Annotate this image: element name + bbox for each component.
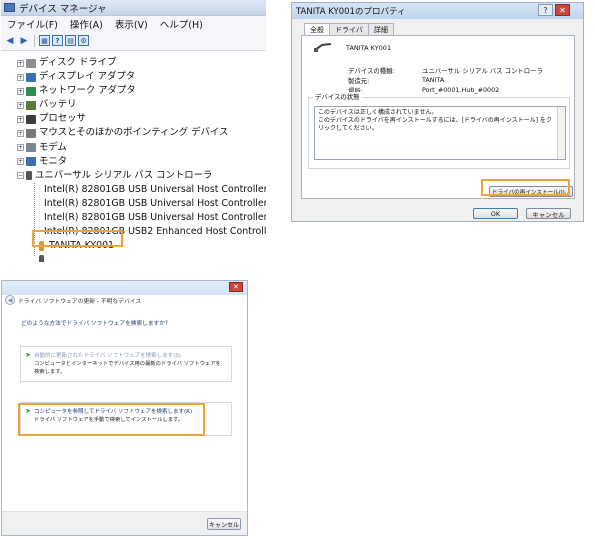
manufacturer-value: TANITA: [422, 76, 445, 84]
monitor-icon: [26, 157, 36, 167]
tanita-highlight-box: [32, 230, 123, 247]
display-adapter-icon: [26, 72, 36, 82]
help-icon[interactable]: ?: [52, 35, 63, 46]
tree-device[interactable]: Intel(R) 82801GB USB Universal Host Cont…: [1, 211, 266, 225]
cancel-button[interactable]: キャンセル: [526, 208, 571, 219]
driver-update-wizard: ✕ ◀ ドライバ ソフトウェアの更新 - 不明なデバイス どのような方法でドライ…: [1, 280, 248, 536]
option-title: 自動的に更新されたドライバ ソフトウェアを検索します(S): [34, 353, 181, 359]
expand-icon[interactable]: +: [17, 101, 24, 109]
back-arrow-icon[interactable]: ◀: [4, 35, 16, 47]
tree-category-label: ユニバーサル シリアル バス コントローラ: [35, 169, 213, 181]
expand-icon[interactable]: +: [17, 115, 24, 123]
network-adapter-icon: [26, 86, 36, 96]
green-arrow-icon: ➤: [25, 351, 31, 359]
toolbar-divider: [34, 34, 35, 47]
menu-file[interactable]: ファイル(F): [1, 17, 64, 31]
option-description: コンピュータとインターネットでデバイス用の最新のドライバ ソフトウェアを検索しま…: [34, 361, 221, 375]
tab-details[interactable]: 詳細: [367, 23, 394, 35]
status-line-1: このデバイスは正しく構成されていません。: [318, 109, 438, 116]
expand-icon[interactable]: +: [17, 130, 24, 138]
modem-icon: [26, 143, 36, 153]
cancel-button[interactable]: キャンセル: [207, 518, 241, 530]
tree-device-label: Intel(R) 82801GB USB Universal Host Cont…: [44, 212, 266, 224]
tree-category[interactable]: + マウスとそのほかのポインティング デバイス: [1, 126, 266, 140]
expand-icon[interactable]: +: [17, 73, 24, 81]
tree-category-label: モデム: [39, 141, 67, 153]
tree-device[interactable]: Intel(R) 82801GB USB Universal Host Cont…: [1, 183, 266, 197]
back-arrow-icon[interactable]: ◀: [5, 295, 15, 305]
forward-arrow-icon[interactable]: ▶: [18, 35, 30, 47]
tree-category-label: バッテリ: [39, 99, 77, 111]
battery-icon: [26, 100, 36, 110]
device-manager-titlebar: デバイス マネージャ: [1, 0, 266, 16]
menu-bar: ファイル(F) 操作(A) 表示(V) ヘルプ(H): [1, 16, 266, 31]
tree-device-label: Intel(R) 82801GB USB Universal Host Cont…: [44, 183, 266, 195]
show-hide-tree-icon[interactable]: ▦: [39, 35, 50, 46]
manufacturer-label: 製造元:: [348, 77, 370, 85]
tree-category-label: ディスク ドライブ: [39, 57, 117, 68]
tree-device[interactable]: Intel(R) 82801GB USB Universal Host Cont…: [1, 197, 266, 211]
properties-title: TANITA KY001のプロパティ: [296, 7, 406, 17]
tree-category-label: モニタ: [39, 155, 68, 167]
menu-action[interactable]: 操作(A): [64, 17, 109, 31]
scan-hardware-icon[interactable]: ⚙: [78, 35, 89, 46]
tree-category[interactable]: + ネットワーク アダプタ: [1, 84, 266, 98]
device-manager-app-icon: [4, 3, 15, 12]
tree-device-label: Intel(R) 82801GB USB Universal Host Cont…: [44, 197, 266, 209]
menu-help[interactable]: ヘルプ(H): [154, 17, 209, 31]
expand-icon[interactable]: +: [17, 158, 24, 166]
wizard-footer: キャンセル: [2, 511, 247, 535]
wizard-question: どのような方法でドライバ ソフトウェアを検索しますか?: [21, 321, 168, 327]
wizard-title: ドライバ ソフトウェアの更新 - 不明なデバイス: [18, 299, 142, 305]
collapse-icon[interactable]: −: [17, 172, 24, 180]
location-value: Port_#0001.Hub_#0002: [422, 86, 500, 94]
toolbar: ◀ ▶ ▦ ? ▤ ⚙: [1, 31, 266, 51]
expand-icon[interactable]: +: [17, 87, 24, 95]
browse-highlight-box: [18, 403, 205, 436]
tree-device-partial[interactable]: [1, 253, 266, 262]
tree-category-usb[interactable]: − ユニバーサル シリアル バス コントローラ: [1, 169, 266, 183]
status-scrollbar[interactable]: [557, 107, 565, 159]
reinstall-highlight-box: [481, 179, 570, 196]
device-manager-window: デバイス マネージャ ファイル(F) 操作(A) 表示(V) ヘルプ(H) ◀ …: [1, 0, 266, 262]
tree-category-label: マウスとそのほかのポインティング デバイス: [39, 127, 229, 139]
search-automatically-option[interactable]: ➤ 自動的に更新されたドライバ ソフトウェアを検索します(S) コンピュータとイ…: [20, 346, 232, 382]
tree-category-label: ディスプレイ アダプタ: [39, 71, 136, 83]
usb-controller-icon: [26, 171, 32, 181]
tree-category[interactable]: + バッテリ: [1, 98, 266, 112]
device-status-group: デバイスの状態 このデバイスは正しく構成されていません。 このデバイスのドライバ…: [308, 92, 570, 169]
wizard-titlebar: [2, 281, 247, 295]
device-type-label: デバイスの種類:: [348, 67, 395, 75]
status-line-2: このデバイスのドライバを再インストールするには、[ドライバの再インストール] を…: [318, 117, 552, 132]
close-icon[interactable]: ✕: [229, 282, 243, 292]
tree-category[interactable]: + ディスク ドライブ: [1, 56, 266, 70]
device-status-legend: デバイスの状態: [313, 92, 362, 101]
close-icon[interactable]: ✕: [555, 4, 570, 16]
tree-category-label: ネットワーク アダプタ: [39, 85, 136, 97]
tree-category[interactable]: + プロセッサ: [1, 112, 266, 126]
properties-icon[interactable]: ▤: [65, 35, 76, 46]
device-status-textbox[interactable]: このデバイスは正しく構成されていません。 このデバイスのドライバを再インストール…: [314, 106, 566, 160]
menu-view[interactable]: 表示(V): [109, 17, 154, 31]
expand-icon[interactable]: +: [17, 59, 24, 67]
general-tab-panel: TANITA KY001 デバイスの種類: ユニバーサル シリアル バス コント…: [301, 35, 575, 199]
usb-device-icon: [39, 255, 44, 262]
help-icon[interactable]: ?: [538, 4, 553, 16]
usb-cable-icon: [314, 43, 332, 52]
device-type-value: ユニバーサル シリアル バス コントローラ: [422, 67, 543, 75]
tree-category[interactable]: + モデム: [1, 141, 266, 155]
disk-drive-icon: [26, 58, 36, 68]
tab-driver[interactable]: ドライバ: [329, 23, 369, 35]
device-name: TANITA KY001: [346, 44, 392, 52]
processor-icon: [26, 114, 36, 124]
device-manager-title: デバイス マネージャ: [19, 3, 107, 15]
tree-category-label: プロセッサ: [39, 113, 86, 125]
tree-category[interactable]: + ディスプレイ アダプタ: [1, 70, 266, 84]
mouse-icon: [26, 129, 36, 139]
ok-button[interactable]: OK: [473, 208, 518, 219]
expand-icon[interactable]: +: [17, 144, 24, 152]
tree-category[interactable]: + モニタ: [1, 155, 266, 169]
